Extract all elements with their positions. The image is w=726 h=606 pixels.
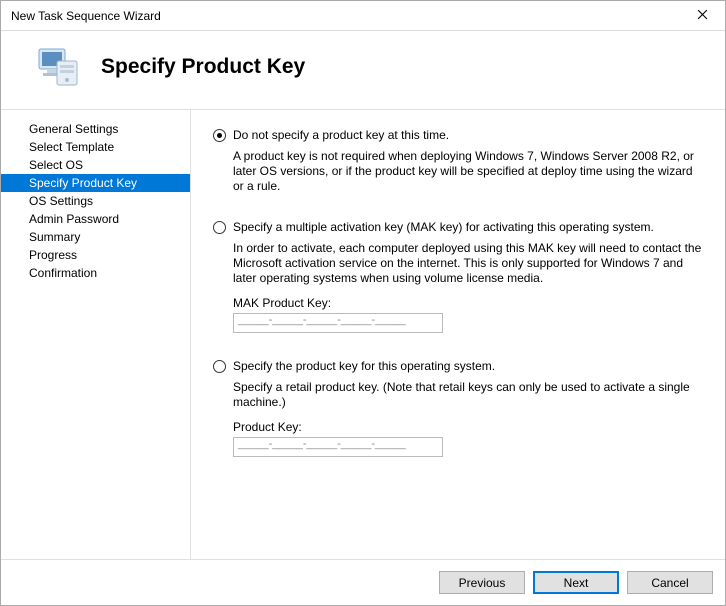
sidebar-item-label: Specify Product Key [29, 176, 137, 190]
sidebar-item-label: Confirmation [29, 266, 97, 280]
close-button[interactable] [680, 1, 725, 31]
sidebar-item-specify-product-key[interactable]: Specify Product Key [1, 174, 190, 192]
option-no-key-label[interactable]: Do not specify a product key at this tim… [233, 128, 449, 143]
sidebar-item-label: General Settings [29, 122, 118, 136]
sidebar-item-label: Summary [29, 230, 80, 244]
wizard-footer: Previous Next Cancel [1, 559, 725, 605]
sidebar-item-progress[interactable]: Progress [1, 246, 190, 264]
close-icon [697, 9, 708, 23]
key-placeholder: _____-_____-_____-_____-_____ [238, 314, 406, 332]
sidebar-item-confirmation[interactable]: Confirmation [1, 264, 190, 282]
wizard-window: New Task Sequence Wizard Specify Product… [0, 0, 726, 606]
option-retail-key-desc: Specify a retail product key. (Note that… [233, 380, 703, 410]
retail-key-field-label: Product Key: [233, 420, 703, 434]
retail-key-input[interactable]: _____-_____-_____-_____-_____ [233, 437, 443, 457]
option-retail-key: Specify the product key for this operati… [213, 359, 703, 457]
wizard-body: General Settings Select Template Select … [1, 109, 725, 559]
page-heading: Specify Product Key [101, 55, 305, 79]
sidebar-item-label: OS Settings [29, 194, 93, 208]
sidebar-item-select-os[interactable]: Select OS [1, 156, 190, 174]
sidebar-item-admin-password[interactable]: Admin Password [1, 210, 190, 228]
sidebar-item-label: Progress [29, 248, 77, 262]
mak-key-input[interactable]: _____-_____-_____-_____-_____ [233, 313, 443, 333]
radio-retail-key[interactable] [213, 359, 233, 373]
sidebar-item-os-settings[interactable]: OS Settings [1, 192, 190, 210]
radio-no-key[interactable] [213, 128, 233, 142]
previous-button[interactable]: Previous [439, 571, 525, 594]
sidebar-item-label: Admin Password [29, 212, 119, 226]
key-placeholder: _____-_____-_____-_____-_____ [238, 438, 406, 456]
wizard-steps-sidebar: General Settings Select Template Select … [1, 110, 191, 559]
option-mak-key-label[interactable]: Specify a multiple activation key (MAK k… [233, 220, 654, 235]
radio-icon [213, 129, 226, 142]
sidebar-item-summary[interactable]: Summary [1, 228, 190, 246]
sidebar-item-general-settings[interactable]: General Settings [1, 120, 190, 138]
computer-icon [33, 43, 81, 91]
wizard-content: Do not specify a product key at this tim… [191, 110, 725, 559]
titlebar: New Task Sequence Wizard [1, 1, 725, 31]
option-no-key-desc: A product key is not required when deplo… [233, 149, 703, 194]
radio-icon [213, 360, 226, 373]
sidebar-item-label: Select Template [29, 140, 114, 154]
wizard-header: Specify Product Key [1, 31, 725, 109]
radio-mak-key[interactable] [213, 220, 233, 234]
window-title: New Task Sequence Wizard [11, 9, 680, 23]
cancel-button[interactable]: Cancel [627, 571, 713, 594]
radio-icon [213, 221, 226, 234]
next-button[interactable]: Next [533, 571, 619, 594]
mak-key-field-label: MAK Product Key: [233, 296, 703, 310]
option-no-key: Do not specify a product key at this tim… [213, 128, 703, 194]
option-retail-key-label[interactable]: Specify the product key for this operati… [233, 359, 495, 374]
sidebar-item-select-template[interactable]: Select Template [1, 138, 190, 156]
option-mak-key: Specify a multiple activation key (MAK k… [213, 220, 703, 333]
option-mak-key-desc: In order to activate, each computer depl… [233, 241, 703, 286]
sidebar-item-label: Select OS [29, 158, 83, 172]
